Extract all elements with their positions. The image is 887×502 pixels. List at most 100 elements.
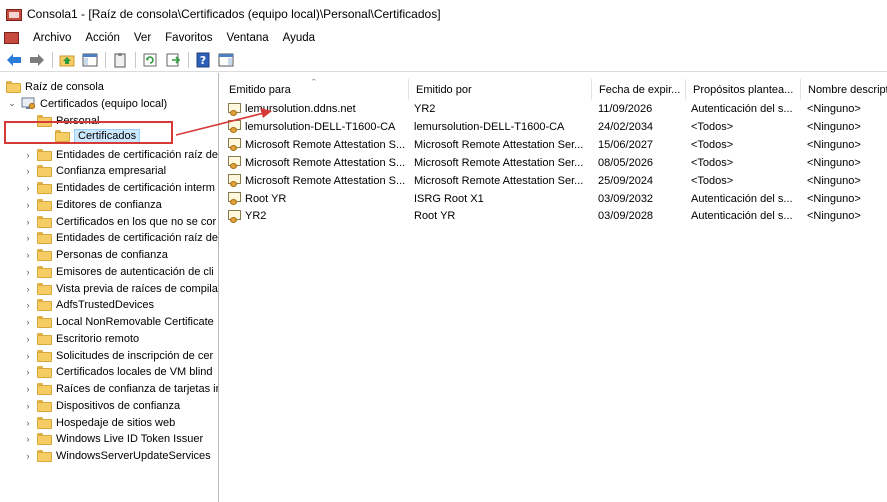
table-cell: 24/02/2034 xyxy=(598,118,686,136)
column-header-propositos[interactable]: Propósitos plantea... xyxy=(686,79,801,100)
tree-node[interactable]: › Emisores de autenticación de cli xyxy=(22,263,214,280)
tree-label: Entidades de certificación raíz de xyxy=(56,148,219,161)
certificate-row[interactable]: YR2 Root YR 03/09/2028 Autenticación del s.… xyxy=(222,207,887,225)
chevron-right-icon[interactable]: › xyxy=(22,317,34,327)
tree-node[interactable]: › Entidades de certificación interm xyxy=(22,180,215,197)
cell-text: lemursolution-DELL-T1600-CA xyxy=(245,120,396,133)
menu-archivo[interactable]: Archivo xyxy=(26,32,78,44)
folder-icon xyxy=(37,249,52,261)
folder-icon xyxy=(37,366,52,379)
chevron-right-icon[interactable]: › xyxy=(22,351,34,361)
table-cell: <Ninguno> xyxy=(807,100,887,118)
chevron-right-icon[interactable]: › xyxy=(22,367,34,377)
column-header-fecha-expiracion[interactable]: Fecha de expir... xyxy=(592,79,686,100)
tree-label: Raíz de consola xyxy=(25,80,104,93)
show-hide-action-pane-button[interactable] xyxy=(216,50,236,70)
certificate-row[interactable]: Microsoft Remote Attestation S... Microso… xyxy=(222,136,887,154)
chevron-right-icon[interactable]: › xyxy=(22,401,34,411)
tree-node[interactable]: › Windows Live ID Token Issuer xyxy=(22,431,203,448)
tree-node[interactable]: › Dispositivos de confianza xyxy=(22,397,180,414)
cell-text: <Ninguno> xyxy=(807,210,861,223)
certificate-row[interactable]: lemursolution.ddns.net YR2 11/09/2026 Auten… xyxy=(222,100,887,118)
chevron-right-icon[interactable]: › xyxy=(22,267,34,277)
clipboard-button[interactable] xyxy=(110,50,130,70)
table-cell: <Ninguno> xyxy=(807,172,887,190)
chevron-right-icon[interactable]: › xyxy=(22,334,34,344)
tree-node[interactable]: › Certificados en los que no se cor xyxy=(22,213,216,230)
tree-node[interactable]: › Entidades de certificación raíz de xyxy=(22,230,218,247)
menu-ayuda[interactable]: Ayuda xyxy=(276,32,322,44)
table-cell: Microsoft Remote Attestation Ser... xyxy=(414,154,592,172)
tree-node[interactable]: › Entidades de certificación raíz de xyxy=(22,146,218,163)
tree-node[interactable]: › Certificados locales de VM blind xyxy=(22,364,213,381)
certificate-row[interactable]: Root YR ISRG Root X1 03/09/2032 Autenticaci… xyxy=(222,190,887,208)
table-cell: <Ninguno> xyxy=(807,207,887,225)
tree-node[interactable]: › Personas de confianza xyxy=(22,247,168,264)
chevron-right-icon[interactable]: › xyxy=(22,451,34,461)
column-header-emitido-por[interactable]: Emitido por xyxy=(409,79,592,100)
chevron-right-icon[interactable]: › xyxy=(22,418,34,428)
show-hide-tree-button[interactable] xyxy=(80,50,100,70)
cell-text: <Ninguno> xyxy=(807,192,861,205)
certificate-row[interactable]: Microsoft Remote Attestation S... Microso… xyxy=(222,154,887,172)
folder-icon xyxy=(37,148,52,161)
cell-text: <Todos> xyxy=(691,174,734,187)
table-cell: ISRG Root X1 xyxy=(414,190,592,208)
column-header-emitido-para[interactable]: ⌃ Emitido para xyxy=(222,79,409,100)
menu-accion[interactable]: Acción xyxy=(78,32,127,44)
cell-text: Microsoft Remote Attestation Ser... xyxy=(414,156,584,169)
chevron-right-icon[interactable]: › xyxy=(22,150,34,160)
tree-node[interactable]: › Editores de confianza xyxy=(22,196,162,213)
chevron-right-icon[interactable]: › xyxy=(22,284,34,294)
tree-node[interactable]: › Hospedaje de sitios web xyxy=(22,414,175,431)
tree-node[interactable]: › Escritorio remoto xyxy=(22,330,139,347)
cell-text: 24/02/2034 xyxy=(598,120,654,133)
cell-text: Autenticación del s... xyxy=(691,103,793,115)
refresh-button[interactable] xyxy=(140,50,160,70)
menu-favoritos[interactable]: Favoritos xyxy=(158,32,219,44)
forward-button[interactable] xyxy=(27,50,47,70)
cell-text: Microsoft Remote Attestation S... xyxy=(245,138,406,151)
chevron-right-icon[interactable]: › xyxy=(22,384,34,394)
certificate-list[interactable]: ⌃ Emitido para Emitido por Fecha de expi… xyxy=(222,73,887,502)
chevron-right-icon[interactable]: › xyxy=(22,217,34,227)
menu-ver[interactable]: Ver xyxy=(127,32,158,44)
chevron-right-icon[interactable]: › xyxy=(22,166,34,176)
system-menu-icon[interactable] xyxy=(4,30,20,46)
folder-icon xyxy=(37,316,52,328)
table-cell: lemursolution.ddns.net xyxy=(227,100,409,118)
tree-node-root[interactable]: Raíz de consola xyxy=(6,78,104,95)
chevron-right-icon[interactable]: › xyxy=(22,300,34,310)
tree-node-cert-store[interactable]: ⌄ Certificados (equipo local) xyxy=(6,95,167,112)
chevron-right-icon[interactable]: › xyxy=(22,233,34,243)
chevron-right-icon[interactable]: › xyxy=(22,183,34,193)
folder-icon xyxy=(37,349,52,362)
chevron-right-icon[interactable]: › xyxy=(22,200,34,210)
tree-node[interactable]: › Confianza empresarial xyxy=(22,163,166,180)
tree-node[interactable]: › Vista previa de raíces de compila xyxy=(22,280,218,297)
tree-node[interactable]: › Local NonRemovable Certificate xyxy=(22,314,214,331)
tree-node[interactable]: › AdfsTrustedDevices xyxy=(22,297,154,314)
tree-node[interactable]: › WindowsServerUpdateServices xyxy=(22,448,211,465)
chevron-right-icon[interactable]: › xyxy=(22,434,34,444)
table-cell: lemursolution-DELL-T1600-CA xyxy=(227,118,409,136)
column-header-nombre-descriptivo[interactable]: Nombre descript xyxy=(801,79,887,100)
certificate-row[interactable]: lemursolution-DELL-T1600-CA lemursolution… xyxy=(222,118,887,136)
tree-node[interactable]: › Solicitudes de inscripción de cer xyxy=(22,347,213,364)
up-one-level-button[interactable] xyxy=(57,50,77,70)
tree-label: Emisores de autenticación de cli xyxy=(56,265,214,278)
menu-ventana[interactable]: Ventana xyxy=(219,32,275,44)
chevron-right-icon[interactable]: › xyxy=(22,250,34,260)
tree-node[interactable]: › Raíces de confianza de tarjetas ir xyxy=(22,381,218,398)
help-button[interactable]: ? xyxy=(193,50,213,70)
folder-icon xyxy=(37,198,52,211)
table-cell: Microsoft Remote Attestation Ser... xyxy=(414,136,592,154)
certificate-row[interactable]: Microsoft Remote Attestation S... Microso… xyxy=(222,172,887,190)
column-header-label: Propósitos plantea... xyxy=(693,83,794,96)
chevron-down-icon[interactable]: ⌄ xyxy=(6,98,18,109)
export-list-button[interactable] xyxy=(163,50,183,70)
table-cell: Autenticación del s... xyxy=(691,100,801,118)
cell-text: <Todos> xyxy=(691,120,734,133)
back-button[interactable] xyxy=(4,50,24,70)
refresh-icon xyxy=(143,53,157,66)
